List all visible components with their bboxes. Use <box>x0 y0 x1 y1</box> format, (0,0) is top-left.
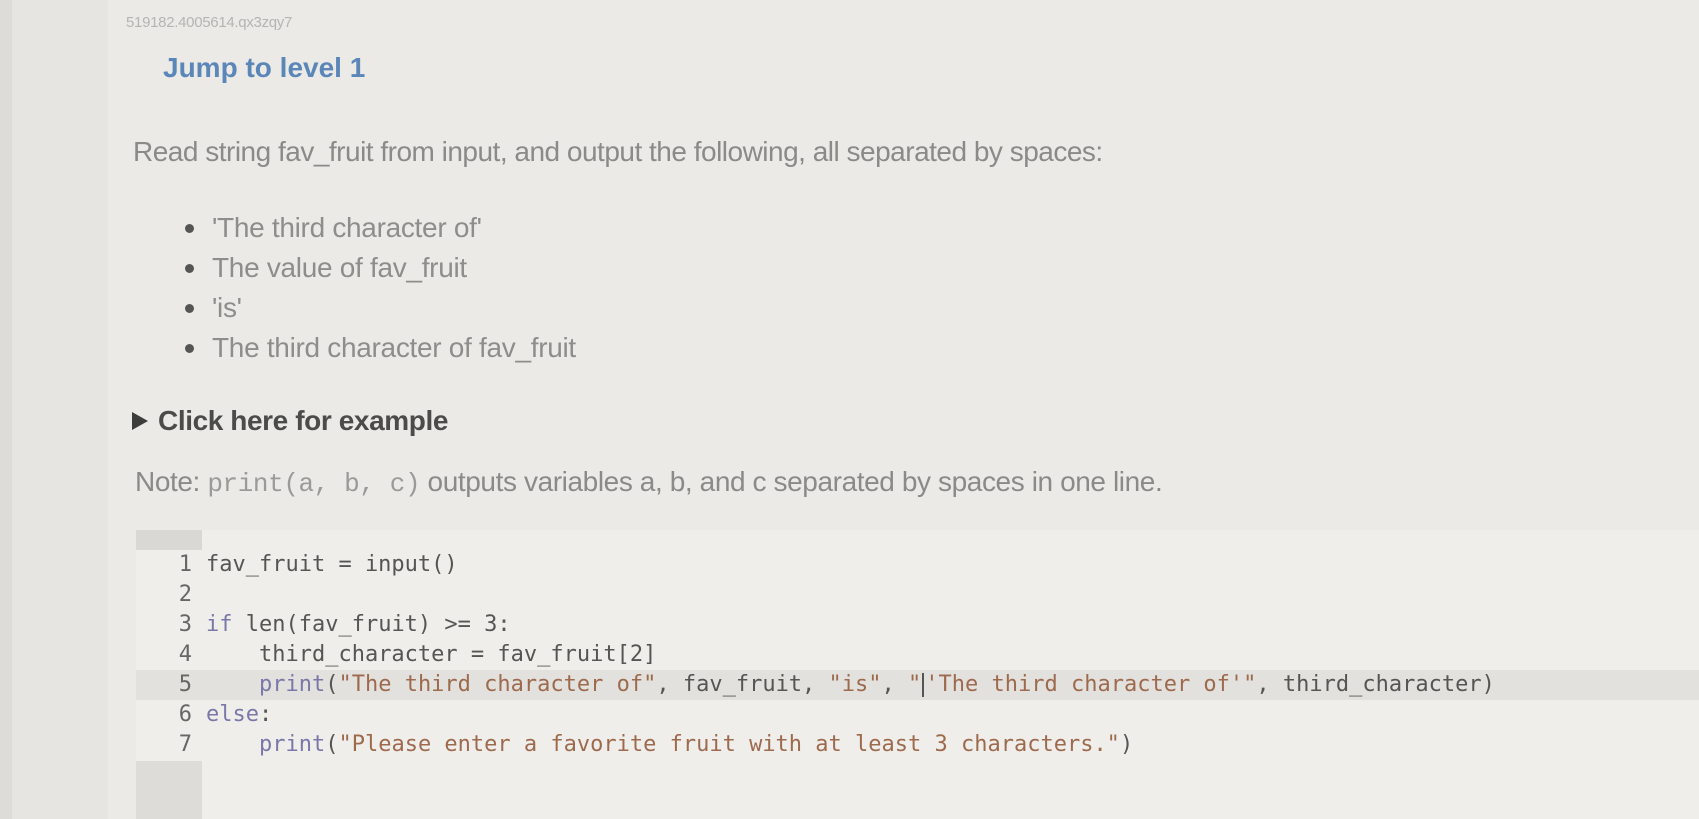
bullet-icon <box>185 264 194 273</box>
editor-gutter-bottom <box>136 761 202 819</box>
bullet-icon <box>185 224 194 233</box>
note-code: print(a, b, c) <box>207 469 421 499</box>
code-text: : <box>258 702 273 727</box>
code-text: ( <box>325 732 339 757</box>
code-lines[interactable]: 1 fav_fruit = input() 2 3 if len(fav_fruit) … <box>136 550 1699 760</box>
requirements-list: 'The third character of' The value of fa… <box>178 208 576 368</box>
code-line[interactable]: 1 fav_fruit = input() <box>136 550 1699 580</box>
list-item: 'The third character of' <box>178 208 576 248</box>
code-line[interactable]: 7 print("Please enter a favorite fruit w… <box>136 730 1699 760</box>
note-suffix: outputs variables a, b, and c separated … <box>420 466 1163 497</box>
text-cursor <box>922 673 925 697</box>
list-item: 'is' <box>178 288 576 328</box>
code-string: "Please enter a favorite fruit with at l… <box>338 732 1120 757</box>
code-string: 'The third character of'" <box>925 672 1257 697</box>
code-string: " <box>908 672 922 697</box>
note-prefix: Note: <box>135 466 208 497</box>
code-text: ( <box>325 672 339 697</box>
code-line[interactable]: 3 if len(fav_fruit) >= 3: <box>136 610 1699 640</box>
code-keyword: if <box>206 612 233 637</box>
code-text: , third_character) <box>1256 672 1495 697</box>
code-string: "The third character of" <box>338 672 657 697</box>
code-keyword: print <box>258 732 326 757</box>
line-number: 2 <box>178 582 192 607</box>
code-text: ) <box>1119 732 1134 757</box>
triangle-right-icon <box>132 412 148 430</box>
code-editor[interactable]: 1 fav_fruit = input() 2 3 if len(fav_fruit) … <box>136 530 1699 819</box>
code-keyword: print <box>258 672 326 697</box>
jump-to-level-link[interactable]: Jump to level 1 <box>163 52 365 84</box>
code-string: "is" <box>828 672 882 697</box>
code-text: len(fav_fruit) >= 3: <box>232 612 511 637</box>
code-line[interactable]: 2 <box>136 580 1699 610</box>
example-toggle[interactable]: Click here for example <box>132 405 448 437</box>
line-number: 7 <box>178 732 192 757</box>
list-item-text: The value of fav_fruit <box>212 252 467 283</box>
code-line[interactable]: 5 print("The third character of", fav_fr… <box>136 670 1699 700</box>
line-number: 6 <box>178 702 192 727</box>
list-item-text: 'is' <box>212 292 242 323</box>
code-line[interactable]: 6 else: <box>136 700 1699 730</box>
example-toggle-label: Click here for example <box>158 405 448 436</box>
code-text: , fav_fruit, <box>656 672 829 697</box>
bullet-icon <box>185 304 194 313</box>
note-text: Note: print(a, b, c) outputs variables a… <box>135 466 1163 499</box>
list-item: The third character of fav_fruit <box>178 328 576 368</box>
code-line[interactable]: 4 third_character = fav_fruit[2] <box>136 640 1699 670</box>
bullet-icon <box>185 344 194 353</box>
list-item: The value of fav_fruit <box>178 248 576 288</box>
line-number: 1 <box>178 552 192 577</box>
problem-prompt: Read string fav_fruit from input, and ou… <box>133 136 1103 167</box>
activity-id: 519182.4005614.qx3zqy7 <box>126 14 293 31</box>
code-text: , <box>881 672 909 697</box>
line-number: 3 <box>178 612 192 637</box>
code-keyword: else <box>206 702 259 727</box>
list-item-text: The third character of fav_fruit <box>212 332 576 363</box>
code-text: fav_fruit = input() <box>206 552 458 577</box>
line-number: 4 <box>178 642 192 667</box>
code-text: third_character = fav_fruit[2] <box>258 642 657 667</box>
line-number: 5 <box>178 672 192 697</box>
editor-gutter-top <box>136 530 202 550</box>
list-item-text: 'The third character of' <box>212 212 482 243</box>
left-margin-panel <box>12 0 108 819</box>
